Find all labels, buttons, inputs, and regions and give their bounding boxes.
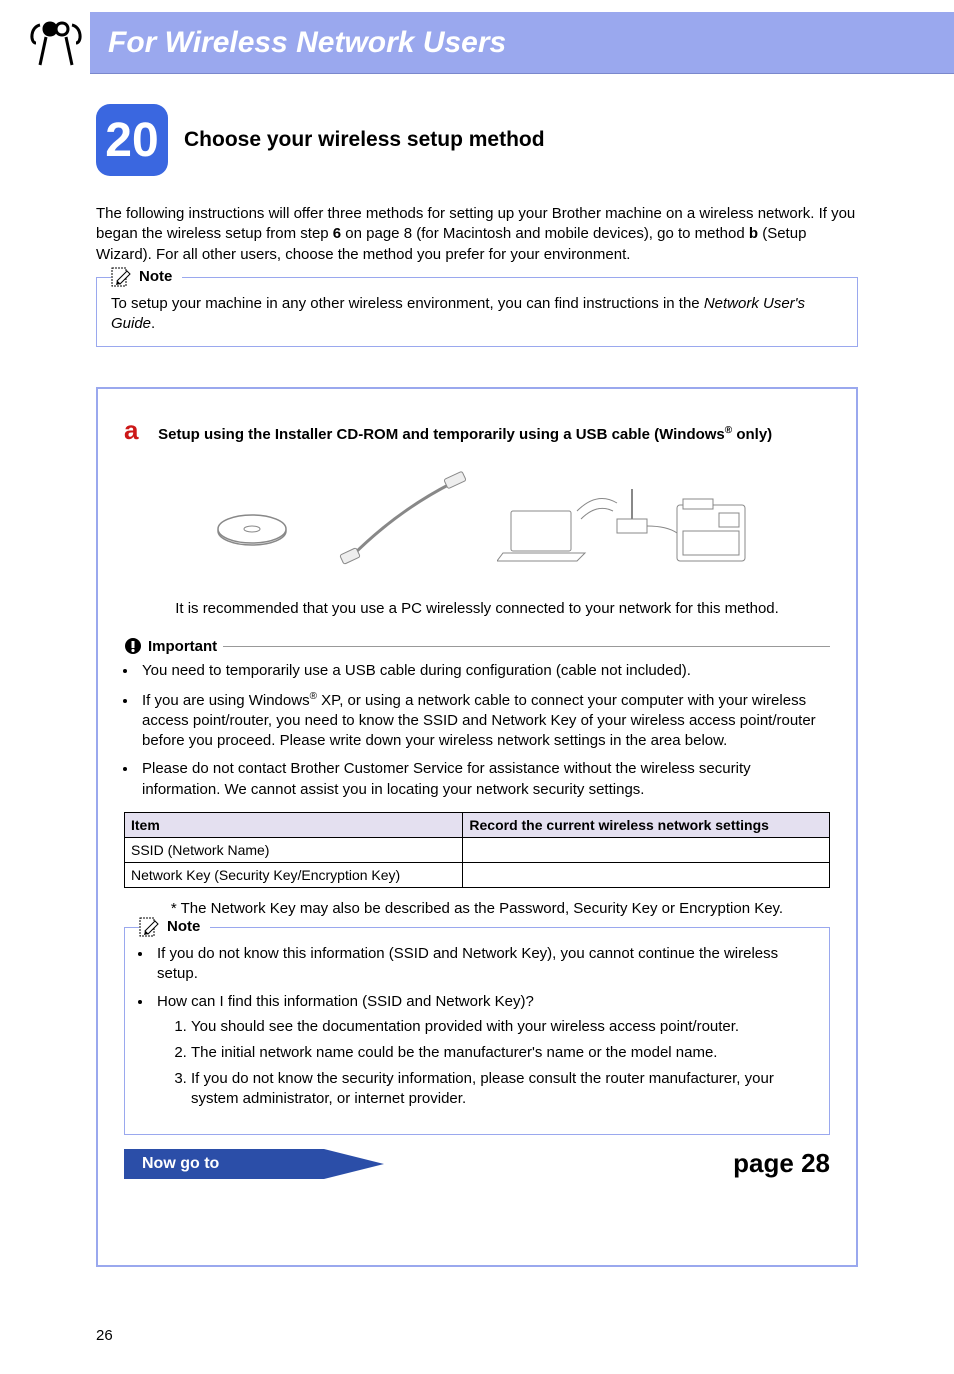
intro-bold-6: 6 <box>333 225 341 242</box>
intro-bold-b: b <box>749 225 758 242</box>
laptop-router-printer-icon <box>497 461 757 581</box>
important-bullets: You need to temporarily use a USB cable … <box>124 661 830 800</box>
important-icon <box>124 637 142 655</box>
table-header-row: Item Record the current wireless network… <box>125 812 830 837</box>
note-label-row: Note <box>111 267 182 287</box>
note1-text-b: . <box>151 315 155 332</box>
inner-note-bullets: If you do not know this information (SSI… <box>139 944 815 1110</box>
step-title: Choose your wireless setup method <box>184 128 545 152</box>
note-pencil-icon <box>111 267 133 287</box>
important-bullet-2: If you are using Windows® XP, or using a… <box>138 690 830 752</box>
recommend-text: It is recommended that you use a PC wire… <box>124 600 830 617</box>
table-r2c1: Network Key (Security Key/Encryption Key… <box>125 862 463 887</box>
important-row: Important <box>124 637 830 655</box>
inner-note-label-row: Note <box>139 917 210 937</box>
step-header: 20 Choose your wireless setup method <box>96 104 858 176</box>
wireless-icon <box>26 17 86 69</box>
usb-cable-icon <box>337 471 467 571</box>
important-rule <box>223 646 830 647</box>
goto-page: page 28 <box>733 1148 830 1179</box>
banner-title: For Wireless Network Users <box>90 26 506 60</box>
page-banner: For Wireless Network Users <box>0 12 954 74</box>
note1-text-a: To setup your machine in any other wirel… <box>111 295 704 312</box>
table-r1c1: SSID (Network Name) <box>125 837 463 862</box>
note-label: Note <box>139 268 172 285</box>
goto-arrow-icon <box>324 1149 384 1179</box>
table-row: Network Key (Security Key/Encryption Key… <box>125 862 830 887</box>
important-bullet-1: You need to temporarily use a USB cable … <box>138 661 830 681</box>
inner-n1: You should see the documentation provide… <box>191 1017 815 1037</box>
inner-note-box: Note If you do not know this information… <box>124 927 830 1135</box>
method-a-header: a Setup using the Installer CD-ROM and t… <box>124 415 830 446</box>
page-footer: 26 <box>0 1287 954 1374</box>
b2-reg: ® <box>310 691 317 702</box>
note-text: To setup your machine in any other wirel… <box>111 294 843 335</box>
intro-paragraph: The following instructions will offer th… <box>96 204 858 265</box>
method-a-box: a Setup using the Installer CD-ROM and t… <box>96 387 858 1267</box>
page-number: 26 <box>96 1327 113 1344</box>
b2-a: If you are using Windows <box>142 692 310 709</box>
settings-table: Item Record the current wireless network… <box>124 812 830 888</box>
intro-text-b: on page 8 (for Macintosh and mobile devi… <box>341 225 749 242</box>
note-box: Note To setup your machine in any other … <box>96 277 858 348</box>
inner-bullet-2: How can I find this information (SSID an… <box>153 992 815 1109</box>
method-a-title-b: only) <box>732 426 772 443</box>
network-key-footnote: * The Network Key may also be described … <box>124 900 830 917</box>
inner-n2: The initial network name could be the ma… <box>191 1043 815 1063</box>
inner-bullet-1: If you do not know this information (SSI… <box>153 944 815 985</box>
table-row: SSID (Network Name) <box>125 837 830 862</box>
goto-row: Now go to page 28 <box>124 1149 830 1179</box>
step-number-badge: 20 <box>96 104 168 176</box>
banner-icon-wrap <box>0 12 90 74</box>
inner-note-label: Note <box>167 918 200 935</box>
important-bullet-3: Please do not contact Brother Customer S… <box>138 759 830 800</box>
cdrom-icon <box>197 476 307 566</box>
important-label: Important <box>148 638 217 655</box>
table-h1: Item <box>125 812 463 837</box>
inner-numbered-list: You should see the documentation provide… <box>157 1017 815 1110</box>
table-r2c2 <box>463 862 830 887</box>
method-letter-a: a <box>124 415 154 446</box>
page-content: 20 Choose your wireless setup method The… <box>0 74 954 1287</box>
method-a-title-a: Setup using the Installer CD-ROM and tem… <box>158 426 725 443</box>
inner-b2-text: How can I find this information (SSID an… <box>157 993 534 1010</box>
goto-ribbon: Now go to <box>124 1149 324 1179</box>
illustration-row <box>124 466 830 576</box>
note-pencil-icon <box>139 917 161 937</box>
inner-n3: If you do not know the security informat… <box>191 1069 815 1110</box>
table-r1c2 <box>463 837 830 862</box>
table-h2: Record the current wireless network sett… <box>463 812 830 837</box>
method-a-title: Setup using the Installer CD-ROM and tem… <box>158 426 772 443</box>
